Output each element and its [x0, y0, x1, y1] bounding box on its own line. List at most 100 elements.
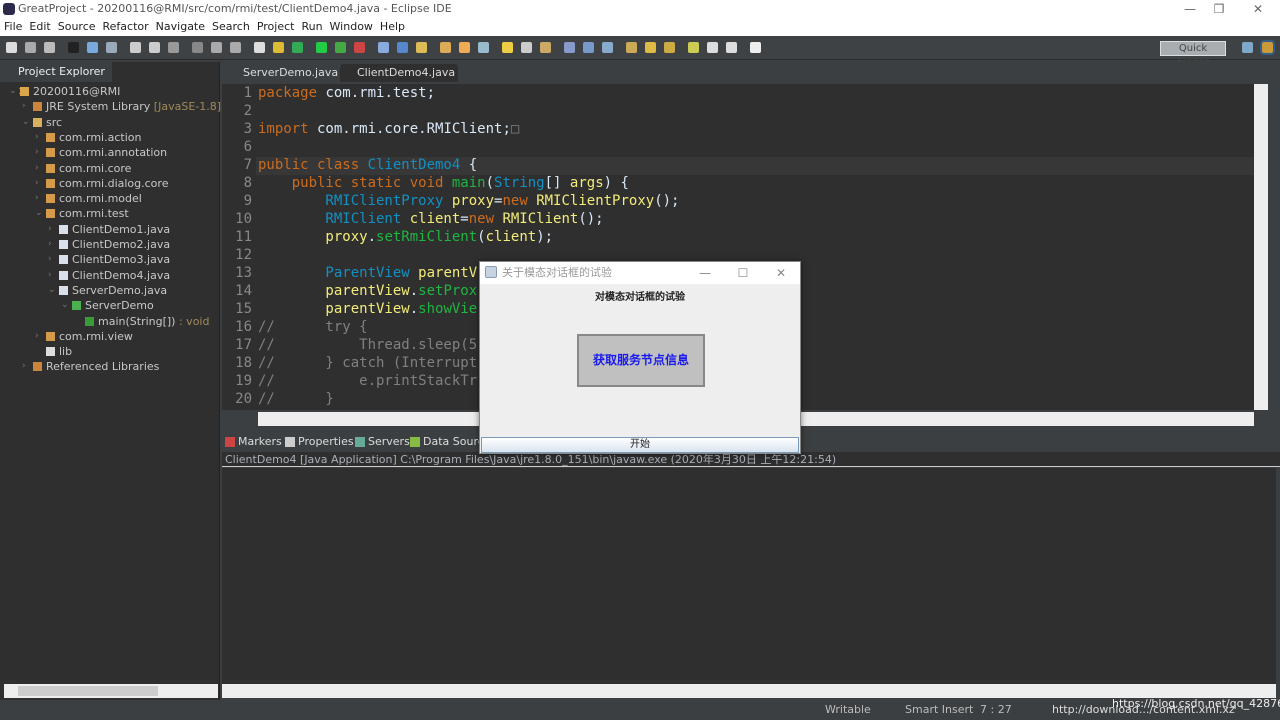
toolbar-button-icon[interactable]	[378, 42, 389, 53]
toolbar-button-icon[interactable]	[211, 42, 222, 53]
toolbar-button-icon[interactable]	[688, 42, 699, 53]
chevron-right-icon[interactable]: ›	[35, 176, 39, 191]
code-line[interactable]: parentView.setProx	[258, 283, 477, 299]
tree-item[interactable]: › ClientDemo3.java	[48, 252, 170, 267]
code-line[interactable]: parentView.showVie	[258, 301, 477, 317]
toolbar-button-icon[interactable]	[750, 42, 761, 53]
menu-refactor[interactable]: Refactor	[103, 20, 149, 33]
chevron-down-icon[interactable]: ⌄	[48, 283, 56, 298]
open-perspective-icon[interactable]	[1242, 42, 1253, 53]
menu-run[interactable]: Run	[301, 20, 322, 33]
toolbar-button-icon[interactable]	[521, 42, 532, 53]
toolbar-button-icon[interactable]	[316, 42, 327, 53]
toolbar-button-icon[interactable]	[106, 42, 117, 53]
tree-item[interactable]: ⌄ src	[22, 115, 62, 130]
code-line[interactable]: proxy.setRmiClient(client);	[258, 229, 553, 245]
menu-source[interactable]: Source	[58, 20, 96, 33]
toolbar-button-icon[interactable]	[478, 42, 489, 53]
toolbar-button-icon[interactable]	[707, 42, 718, 53]
toolbar-button-icon[interactable]	[564, 42, 575, 53]
chevron-down-icon[interactable]: ⌄	[61, 298, 69, 313]
code-line[interactable]: // Thread.sleep(5	[258, 337, 477, 353]
toolbar-button-icon[interactable]	[626, 42, 637, 53]
tree-item[interactable]: ⌄ ServerDemo.java	[48, 283, 167, 298]
chevron-right-icon[interactable]: ›	[35, 145, 39, 160]
get-service-node-info-button[interactable]: 获取服务节点信息	[577, 334, 705, 387]
toolbar-button-icon[interactable]	[540, 42, 551, 53]
toolbar-button-icon[interactable]	[192, 42, 203, 53]
chevron-down-icon[interactable]: ⌄	[9, 84, 17, 99]
toolbar-button-icon[interactable]	[273, 42, 284, 53]
chevron-right-icon[interactable]: ›	[35, 329, 39, 344]
code-line[interactable]: public class ClientDemo4 {	[258, 157, 477, 173]
tree-item[interactable]: › JRE System Library [JavaSE-1.8]	[22, 99, 221, 114]
tree-item[interactable]: › com.rmi.dialog.core	[35, 176, 168, 191]
toolbar-button-icon[interactable]	[664, 42, 675, 53]
chevron-down-icon[interactable]: ⌄	[22, 115, 30, 130]
console-output[interactable]	[222, 468, 1276, 684]
toolbar-button-icon[interactable]	[68, 42, 79, 53]
code-line[interactable]: // try {	[258, 319, 368, 335]
menu-project[interactable]: Project	[257, 20, 295, 33]
toolbar-button-icon[interactable]	[354, 42, 365, 53]
java-perspective-icon[interactable]	[1260, 40, 1275, 55]
tree-item[interactable]: ⌄ ServerDemo	[61, 298, 154, 313]
menu-search[interactable]: Search	[212, 20, 250, 33]
tree-item[interactable]: › ClientDemo4.java	[48, 268, 170, 283]
tree-item[interactable]: › Referenced Libraries	[22, 359, 159, 374]
tab-clientdemo4[interactable]: ClientDemo4.java ✕	[340, 64, 458, 97]
tree-item[interactable]: lib	[46, 344, 72, 359]
editor-vertical-scrollbar[interactable]	[1254, 84, 1268, 410]
quick-access-input[interactable]: Quick Access	[1160, 41, 1226, 67]
code-line[interactable]: // }	[258, 391, 334, 407]
chevron-right-icon[interactable]: ›	[35, 161, 39, 176]
dialog-maximize-button[interactable]: ☐	[724, 262, 762, 284]
dialog-minimize-button[interactable]: —	[686, 262, 724, 284]
code-line[interactable]: package com.rmi.test;	[258, 85, 435, 101]
chevron-right-icon[interactable]: ›	[48, 268, 52, 283]
tree-item[interactable]: › com.rmi.core	[35, 161, 131, 176]
tree-item[interactable]: main(String[]) : void	[85, 314, 209, 329]
tree-item[interactable]: › com.rmi.annotation	[35, 145, 167, 160]
toolbar-button-icon[interactable]	[602, 42, 613, 53]
menu-window[interactable]: Window	[330, 20, 373, 33]
code-line[interactable]: RMIClientProxy proxy=new RMIClientProxy(…	[258, 193, 679, 209]
code-line[interactable]: ParentView parentV	[258, 265, 477, 281]
tab-markers[interactable]: Markers	[225, 432, 282, 452]
toolbar-button-icon[interactable]	[440, 42, 451, 53]
chevron-right-icon[interactable]: ›	[48, 222, 52, 237]
toolbar-button-icon[interactable]	[130, 42, 141, 53]
tab-serverdemo[interactable]: ServerDemo.java	[226, 64, 338, 82]
dialog-close-button[interactable]: ✕	[762, 262, 800, 284]
tree-item[interactable]: › com.rmi.view	[35, 329, 133, 344]
toolbar-button-icon[interactable]	[6, 42, 17, 53]
toolbar-button-icon[interactable]	[416, 42, 427, 53]
horizontal-scrollbar[interactable]	[4, 684, 218, 698]
toolbar-button-icon[interactable]	[645, 42, 656, 53]
code-line[interactable]: RMIClient client=new RMIClient();	[258, 211, 603, 227]
toolbar-button-icon[interactable]	[459, 42, 470, 53]
code-line[interactable]: // e.printStackTr	[258, 373, 477, 389]
chevron-right-icon[interactable]: ›	[22, 99, 26, 114]
tree-item[interactable]: › com.rmi.model	[35, 191, 142, 206]
toolbar-button-icon[interactable]	[397, 42, 408, 53]
toolbar-button-icon[interactable]	[502, 42, 513, 53]
toolbar-button-icon[interactable]	[583, 42, 594, 53]
toolbar-button-icon[interactable]	[168, 42, 179, 53]
toolbar-button-icon[interactable]	[726, 42, 737, 53]
chevron-right-icon[interactable]: ›	[22, 359, 26, 374]
chevron-right-icon[interactable]: ›	[48, 252, 52, 267]
menu-edit[interactable]: Edit	[29, 20, 50, 33]
tab-servers[interactable]: Servers	[355, 432, 410, 452]
tree-item[interactable]: ⌄ 20200116@RMI	[9, 84, 120, 99]
tree-item[interactable]: ⌄ com.rmi.test	[35, 206, 129, 221]
toolbar-button-icon[interactable]	[149, 42, 160, 53]
maximize-button[interactable]: ❐	[1201, 0, 1237, 18]
toolbar-button-icon[interactable]	[335, 42, 346, 53]
toolbar-button-icon[interactable]	[44, 42, 55, 53]
code-line[interactable]: // } catch (Interrupt	[258, 355, 477, 371]
menu-help[interactable]: Help	[380, 20, 405, 33]
chevron-down-icon[interactable]: ⌄	[35, 206, 43, 221]
chevron-right-icon[interactable]: ›	[35, 130, 39, 145]
code-line[interactable]: import com.rmi.core.RMIClient;□	[258, 121, 519, 137]
